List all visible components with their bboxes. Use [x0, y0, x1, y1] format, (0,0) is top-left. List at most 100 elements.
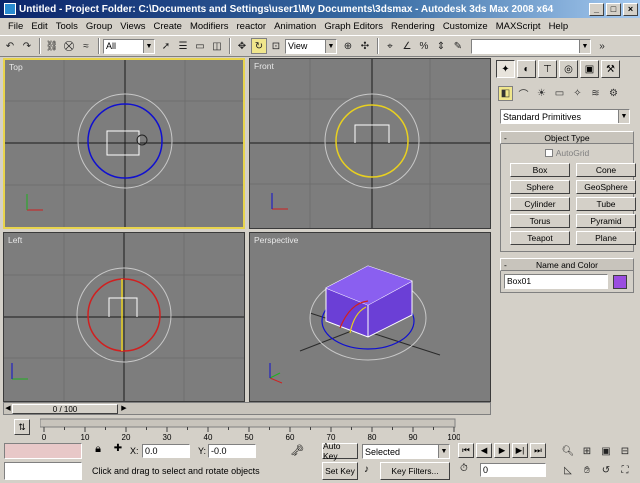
- window-crossing-icon[interactable]: ◫: [209, 38, 225, 54]
- helpers-icon[interactable]: ✧: [570, 86, 585, 101]
- mini-curve-editor-icon[interactable]: ⇅: [14, 419, 30, 435]
- pivot-center-icon[interactable]: ⊕: [340, 38, 356, 54]
- menu-group[interactable]: Group: [82, 21, 116, 32]
- time-configuration-icon[interactable]: ⏱: [460, 463, 468, 474]
- tube-button[interactable]: Tube: [576, 197, 636, 211]
- maximize-button[interactable]: □: [606, 2, 621, 16]
- time-slider-next-icon[interactable]: ▶: [120, 404, 128, 414]
- menu-edit[interactable]: Edit: [27, 21, 51, 32]
- menu-maxscript[interactable]: MAXScript: [492, 21, 545, 32]
- maxscript-listener-white[interactable]: [4, 462, 82, 480]
- undo-icon[interactable]: ↶: [2, 38, 18, 54]
- cameras-icon[interactable]: ▭: [552, 86, 567, 101]
- auto-key-button[interactable]: Auto Key: [322, 441, 358, 461]
- menu-reactor[interactable]: reactor: [233, 21, 271, 32]
- menu-help[interactable]: Help: [545, 21, 573, 32]
- autogrid-option[interactable]: AutoGrid: [501, 148, 633, 158]
- viewport-label-top[interactable]: Top: [9, 62, 23, 72]
- select-object-icon[interactable]: ➚: [158, 38, 174, 54]
- shapes-icon[interactable]: ⌒: [516, 86, 531, 101]
- current-frame-field[interactable]: 0: [480, 463, 546, 477]
- unlink-icon[interactable]: ⛒: [61, 38, 77, 54]
- hierarchy-tab-icon[interactable]: ⊤: [538, 60, 557, 78]
- select-by-name-icon[interactable]: ☰: [175, 38, 191, 54]
- viewport-top[interactable]: Top: [3, 58, 245, 229]
- select-scale-icon[interactable]: ⊡: [268, 38, 284, 54]
- reference-coordinate-dropdown[interactable]: View ▼: [285, 38, 337, 54]
- zoom-extents-all-icon[interactable]: ⊟: [617, 443, 633, 459]
- time-slider[interactable]: 0 / 100 ◀ ▶: [3, 402, 491, 415]
- lock-selection-icon[interactable]: 🔒︎: [91, 443, 105, 459]
- object-color-swatch[interactable]: [613, 274, 627, 289]
- x-coord-field[interactable]: 0.0: [142, 444, 190, 458]
- redo-icon[interactable]: ↷: [19, 38, 35, 54]
- maxscript-listener-pink[interactable]: [4, 443, 82, 459]
- app-icon[interactable]: [4, 3, 16, 15]
- key-mode-dropdown[interactable]: Selected ▼: [362, 444, 450, 459]
- toolbar-more-icon[interactable]: »: [594, 38, 610, 54]
- select-move-icon[interactable]: ✥: [234, 38, 250, 54]
- y-coord-field[interactable]: -0.0: [208, 444, 256, 458]
- previous-frame-icon[interactable]: ◀: [476, 443, 492, 458]
- viewport-left[interactable]: Left: [3, 232, 245, 402]
- utilities-tab-icon[interactable]: ⚒: [601, 60, 620, 78]
- play-icon[interactable]: ▶: [494, 443, 510, 458]
- percent-snap-icon[interactable]: %: [416, 38, 432, 54]
- display-tab-icon[interactable]: ▣: [580, 60, 599, 78]
- zoom-icon[interactable]: 🔍︎: [560, 443, 576, 459]
- next-frame-icon[interactable]: ▶|: [512, 443, 528, 458]
- modify-tab-icon[interactable]: ◐: [517, 60, 536, 78]
- spinner-snap-icon[interactable]: ⇕: [433, 38, 449, 54]
- teapot-button[interactable]: Teapot: [510, 231, 570, 245]
- go-to-end-icon[interactable]: ⏭: [530, 443, 546, 458]
- zoom-all-icon[interactable]: ⊞: [579, 443, 595, 459]
- minimize-button[interactable]: _: [589, 2, 604, 16]
- viewport-front[interactable]: Front: [249, 58, 491, 229]
- menu-customize[interactable]: Customize: [439, 21, 492, 32]
- time-slider-thumb[interactable]: 0 / 100: [12, 404, 118, 414]
- autogrid-checkbox[interactable]: [544, 149, 553, 157]
- name-color-rollout-header[interactable]: - Name and Color: [500, 258, 634, 271]
- box-button[interactable]: Box: [510, 163, 570, 177]
- lights-icon[interactable]: ☀: [534, 86, 549, 101]
- menu-views[interactable]: Views: [116, 21, 149, 32]
- viewport-perspective[interactable]: Perspective: [249, 232, 491, 402]
- space-warps-icon[interactable]: ≋: [588, 86, 603, 101]
- menu-file[interactable]: File: [4, 21, 27, 32]
- selection-filter-dropdown[interactable]: All ▼: [103, 38, 155, 54]
- viewport-label-left[interactable]: Left: [8, 235, 22, 245]
- motion-tab-icon[interactable]: ◎: [559, 60, 578, 78]
- named-selection-dropdown[interactable]: ▼: [471, 38, 591, 54]
- key-filters-button[interactable]: Key Filters...: [380, 462, 450, 480]
- absolute-mode-icon[interactable]: ✚: [111, 443, 125, 459]
- plane-button[interactable]: Plane: [576, 231, 636, 245]
- menu-create[interactable]: Create: [149, 21, 186, 32]
- set-key-button[interactable]: Set Key: [322, 462, 358, 480]
- geosphere-button[interactable]: GeoSphere: [576, 180, 636, 194]
- sphere-button[interactable]: Sphere: [510, 180, 570, 194]
- zoom-extents-icon[interactable]: ▣: [598, 443, 614, 459]
- close-button[interactable]: ×: [623, 2, 638, 16]
- menu-modifiers[interactable]: Modifiers: [186, 21, 233, 32]
- field-of-view-icon[interactable]: ◺: [560, 462, 576, 478]
- cylinder-button[interactable]: Cylinder: [510, 197, 570, 211]
- object-type-rollout-header[interactable]: - Object Type: [500, 131, 634, 144]
- create-tab-icon[interactable]: ✦: [496, 60, 515, 78]
- edit-named-selection-icon[interactable]: ✎: [450, 38, 466, 54]
- geometry-icon[interactable]: ◧: [498, 86, 513, 101]
- manipulate-icon[interactable]: ✣: [357, 38, 373, 54]
- systems-icon[interactable]: ⚙: [606, 86, 621, 101]
- arc-rotate-icon[interactable]: ↺: [598, 462, 614, 478]
- menu-tools[interactable]: Tools: [52, 21, 82, 32]
- maximize-viewport-icon[interactable]: ⛶: [617, 462, 633, 478]
- trackbar[interactable]: ⇅ 0 10 20 30 40 50 60 70 80 90 100: [0, 417, 640, 441]
- pan-view-icon[interactable]: ✋︎: [579, 462, 595, 478]
- menu-animation[interactable]: Animation: [270, 21, 320, 32]
- menu-graph-editors[interactable]: Graph Editors: [320, 21, 387, 32]
- go-to-start-icon[interactable]: ⏮: [458, 443, 474, 458]
- box-outline[interactable]: [108, 297, 138, 317]
- bind-space-warp-icon[interactable]: ≈: [78, 38, 94, 54]
- key-icon[interactable]: 🗝︎: [290, 444, 314, 460]
- torus-button[interactable]: Torus: [510, 214, 570, 228]
- viewport-label-perspective[interactable]: Perspective: [254, 235, 298, 245]
